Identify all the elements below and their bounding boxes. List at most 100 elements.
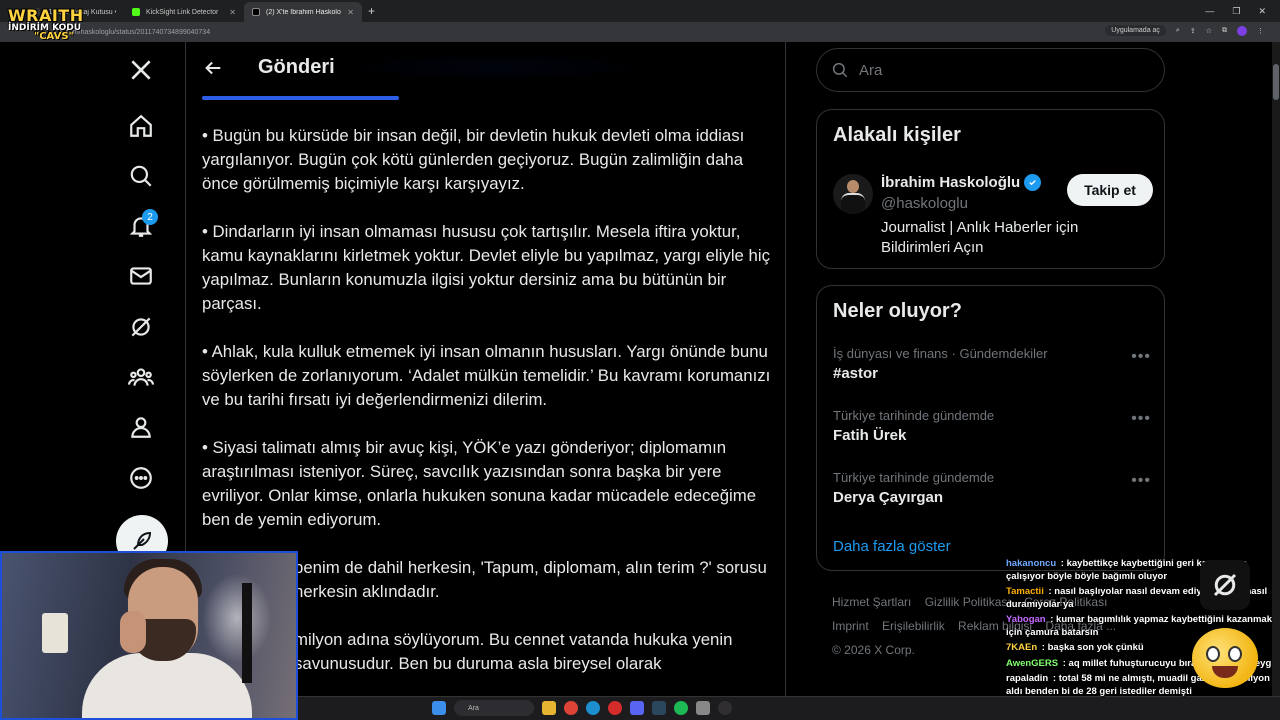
share-icon[interactable]: ⇪ bbox=[1190, 27, 1196, 35]
chat-username: hakanoncu bbox=[1006, 558, 1057, 569]
article-paragraph: • Siyasi talimatı almış bir avuç kişi, Y… bbox=[202, 438, 757, 529]
trend-item[interactable]: Türkiye tarihinde gündemde Fatih Ürek ••… bbox=[833, 408, 1151, 444]
avatar[interactable] bbox=[833, 174, 873, 214]
article-paragraph: • Dindarların iyi insan olmaması hususu … bbox=[202, 222, 770, 313]
chat-username: rapaladin bbox=[1006, 673, 1049, 684]
notifications-bell-icon[interactable]: 2 bbox=[116, 206, 166, 246]
file-explorer-icon[interactable] bbox=[542, 701, 556, 715]
trend-meta: İş dünyası ve finans · Gündemdekiler bbox=[833, 346, 1048, 361]
show-more-link[interactable]: Daha fazla göster bbox=[833, 538, 951, 555]
profile-icon[interactable] bbox=[116, 407, 166, 447]
search-icon[interactable] bbox=[116, 156, 166, 196]
new-tab-icon[interactable]: + bbox=[368, 4, 375, 18]
messages-envelope-icon[interactable] bbox=[116, 256, 166, 296]
scrollbar-thumb[interactable] bbox=[1273, 64, 1279, 100]
search-icon bbox=[832, 62, 848, 78]
x-favicon-icon bbox=[252, 8, 260, 16]
address-bar: x.com/haskologlu/status/2011740734899040… bbox=[0, 22, 1280, 42]
discord-icon[interactable] bbox=[630, 701, 644, 715]
chat-username: Tamactii bbox=[1006, 586, 1044, 597]
communities-icon[interactable] bbox=[116, 357, 166, 397]
chat-text: başka son yok çünkü bbox=[1047, 642, 1144, 653]
browser-tab-bar: (1) X'te Mesaj Kutusu • KÖZE KickSight L… bbox=[0, 0, 1280, 22]
chrome-icon[interactable] bbox=[564, 701, 578, 715]
verified-badge-icon bbox=[1024, 174, 1042, 191]
person-bio: Journalist | Anlık Haberler için Bildiri… bbox=[881, 219, 1079, 256]
related-people-title: Alakalı kişiler bbox=[833, 124, 961, 146]
maximize-icon[interactable]: ❐ bbox=[1232, 6, 1240, 17]
follow-button[interactable]: Takip et bbox=[1067, 174, 1153, 206]
windows-start-icon[interactable] bbox=[432, 701, 446, 715]
trend-name: #astor bbox=[833, 365, 879, 382]
tab-label: (2) X'te İbrahim Haskoloğlu: "B bbox=[266, 8, 341, 16]
trend-meta: Türkiye tarihinde gündemde bbox=[833, 470, 995, 485]
tab-label: KickSight Link Detector bbox=[146, 8, 219, 16]
menu-icon[interactable]: ⋮ bbox=[1257, 27, 1264, 35]
back-arrow-icon[interactable] bbox=[202, 57, 224, 79]
chat-username: Yabogan bbox=[1006, 614, 1046, 625]
steam-icon[interactable] bbox=[652, 701, 666, 715]
chat-username: AwenGERS bbox=[1006, 657, 1059, 669]
copyright: © 2026 X Corp. bbox=[832, 643, 915, 657]
window-controls: — ❐ ✕ bbox=[1205, 0, 1280, 22]
person-name-text: İbrahim Haskoloğlu bbox=[881, 174, 1021, 191]
bookmark-star-icon[interactable]: ☆ bbox=[1206, 27, 1212, 35]
article-paragraph: • Ahlak, kula kulluk etmemek iyi insan o… bbox=[202, 342, 771, 409]
footer-link[interactable]: Erişilebilirlik bbox=[882, 619, 945, 633]
trend-item[interactable]: Türkiye tarihinde gündemde Derya Çayırga… bbox=[833, 470, 1151, 506]
footer-link[interactable]: Gizlilik Politikası bbox=[925, 595, 1011, 609]
search-placeholder: Ara bbox=[859, 61, 883, 79]
feather-icon bbox=[133, 531, 152, 550]
open-in-app-button[interactable]: Uygulamada aç bbox=[1105, 25, 1166, 36]
chat-username: 7KAEn bbox=[1006, 642, 1038, 653]
page-title: Gönderi bbox=[258, 56, 335, 78]
related-people-card: Alakalı kişiler İbrahim Haskoloğlu @hask… bbox=[816, 109, 1165, 269]
spotify-icon[interactable] bbox=[674, 701, 688, 715]
zoom-icon[interactable]: ⌕ bbox=[1176, 27, 1180, 35]
chat-emote-icon bbox=[1192, 628, 1258, 688]
trends-card: Neler oluyor? İş dünyası ve finans · Gün… bbox=[816, 285, 1165, 571]
footer-link[interactable]: Imprint bbox=[832, 619, 869, 633]
trend-name: Derya Çayırgan bbox=[833, 489, 944, 506]
highlight-underline bbox=[202, 96, 399, 100]
x-logo-icon[interactable] bbox=[116, 50, 166, 90]
person-name[interactable]: İbrahim Haskoloğlu bbox=[881, 174, 1042, 191]
profile-avatar[interactable] bbox=[1237, 25, 1247, 36]
close-window-icon[interactable]: ✕ bbox=[1258, 6, 1266, 17]
sponsor-logo-line-3: "CAVS" bbox=[34, 31, 74, 42]
column-divider bbox=[785, 42, 786, 696]
edge-icon[interactable] bbox=[586, 701, 600, 715]
close-tab-icon[interactable]: ✕ bbox=[229, 8, 236, 17]
trends-title: Neler oluyor? bbox=[833, 300, 962, 322]
kicksight-favicon-icon bbox=[132, 8, 140, 16]
browser-tab-2[interactable]: KickSight Link Detector ✕ bbox=[124, 2, 244, 22]
more-dots-icon[interactable]: ••• bbox=[1131, 472, 1151, 490]
minimize-icon[interactable]: — bbox=[1205, 6, 1214, 16]
obs-icon[interactable] bbox=[718, 701, 732, 715]
footer-link[interactable]: Hizmet Şartları bbox=[832, 595, 911, 609]
more-options-icon[interactable] bbox=[116, 458, 166, 498]
grok-icon[interactable] bbox=[116, 307, 166, 347]
trend-name: Fatih Ürek bbox=[833, 427, 907, 444]
home-icon[interactable] bbox=[116, 106, 166, 146]
trend-meta: Türkiye tarihinde gündemde bbox=[833, 408, 995, 423]
grok-badge-icon bbox=[1200, 560, 1250, 610]
more-dots-icon[interactable]: ••• bbox=[1131, 348, 1151, 366]
person-handle: @haskologlu bbox=[881, 195, 968, 212]
search-field[interactable]: Ara bbox=[816, 48, 1165, 92]
app-icon[interactable] bbox=[696, 701, 710, 715]
close-tab-icon[interactable]: ✕ bbox=[347, 8, 354, 17]
streamer-webcam bbox=[0, 551, 298, 720]
post-header: Gönderi bbox=[186, 42, 785, 95]
more-dots-icon[interactable]: ••• bbox=[1131, 410, 1151, 428]
article-paragraph: • Bugün bu kürsüde bir insan değil, bir … bbox=[202, 126, 745, 193]
taskbar-search[interactable]: Ara bbox=[454, 700, 534, 716]
stream-sponsor-logo: WRAITH İNDİRİM KODU "CAVS" bbox=[8, 6, 108, 58]
extensions-icon[interactable]: ⧉ bbox=[1222, 27, 1227, 35]
browser-tab-3[interactable]: (2) X'te İbrahim Haskoloğlu: "B ✕ bbox=[244, 2, 362, 22]
address-bar-actions: Uygulamada aç ⌕ ⇪ ☆ ⧉ ⋮ bbox=[1105, 25, 1264, 36]
opera-icon[interactable] bbox=[608, 701, 622, 715]
trend-item[interactable]: İş dünyası ve finans · Gündemdekiler #as… bbox=[833, 346, 1151, 382]
taskbar-icons: Ara bbox=[432, 700, 732, 716]
notification-count-badge: 2 bbox=[142, 209, 158, 225]
